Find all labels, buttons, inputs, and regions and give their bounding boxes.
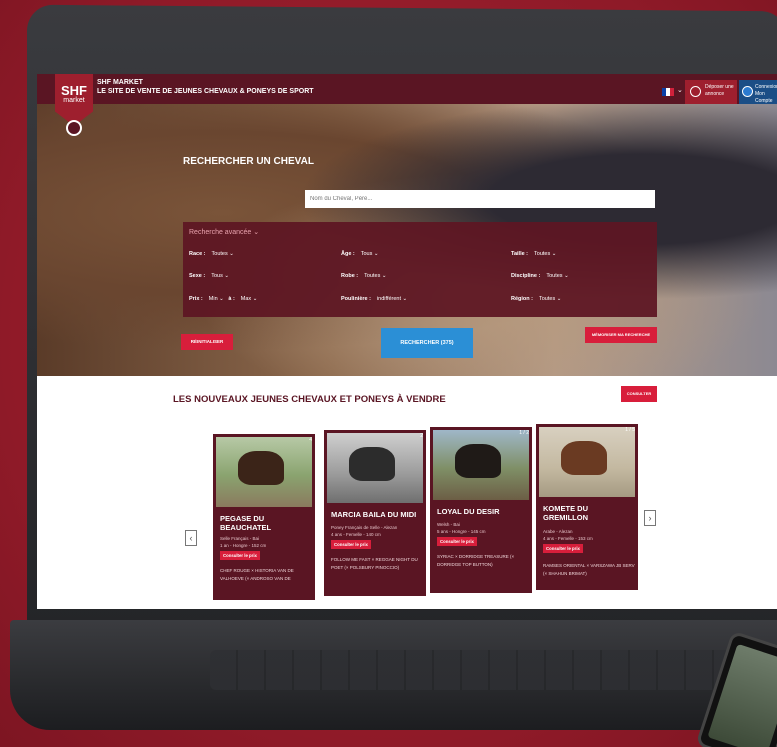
logo-text-top: SHF — [61, 83, 87, 98]
deposit-label: Déposer une annonce — [705, 84, 734, 97]
horse-photo — [433, 430, 529, 500]
site-name: SHF MARKET — [97, 79, 143, 86]
filter-label: Robe : — [341, 273, 359, 279]
price-button[interactable]: Consulter le prix — [437, 537, 477, 546]
horse-name: MARCIA BAILA DU MIDI — [331, 510, 417, 519]
filter-coat[interactable]: Robe : Toutes ⌄ — [341, 273, 386, 279]
website-screen: SHF MARKET LE SITE DE VENTE DE JEUNES CH… — [37, 74, 777, 609]
horse-breed: Selle Français - Bai — [220, 536, 260, 541]
price-button[interactable]: Consulter le prix — [220, 551, 260, 560]
horse-name: PEGASE DU BEAUCHATEL — [220, 514, 272, 532]
site-tagline: LE SITE DE VENTE DE JEUNES CHEVAUX & PON… — [97, 88, 314, 95]
filter-region[interactable]: Région : Toutes ⌄ — [511, 296, 561, 302]
filter-sex[interactable]: Sexe : Tous ⌄ — [189, 273, 229, 279]
filter-broodmare[interactable]: Poulinière : indifférent ⌄ — [341, 296, 407, 302]
chevron-down-icon[interactable]: ⌄ — [677, 86, 683, 94]
filter-value: Min ⌄ — [208, 296, 224, 302]
filter-height[interactable]: Taille : Toutes ⌄ — [511, 251, 556, 257]
horse-photo — [216, 437, 312, 507]
filter-label: Poulinière : — [341, 296, 371, 302]
horse-card[interactable]: 1 / 5 KOMETE DU GREMILLON Arabe - Alezan… — [536, 424, 638, 590]
next-arrow-icon[interactable]: › — [644, 510, 656, 526]
horse-card[interactable]: 2 MARCIA BAILA DU MIDI Poney Français de… — [324, 430, 426, 596]
horse-card[interactable]: 4 PEGASE DU BEAUCHATEL Selle Français - … — [213, 434, 315, 600]
save-search-button[interactable]: MÉMORISER MA RECHERCHE — [585, 327, 657, 343]
horse-info: 4 ans - Femelle - 153 cm — [543, 536, 593, 541]
filter-label: Prix : — [189, 296, 203, 302]
horse-pedigree: RAMSES ORIENTAL × VARSZAWA JB SERV (× SH… — [543, 563, 635, 576]
reset-button[interactable]: RÉINITIALISER — [181, 334, 233, 350]
filter-value: Toutes ⌄ — [364, 273, 387, 279]
filter-label: Sexe : — [189, 273, 206, 279]
consult-button[interactable]: CONSULTER — [621, 386, 657, 402]
horse-image — [349, 447, 395, 481]
filter-age[interactable]: Âge : Tous ⌄ — [341, 251, 379, 257]
filter-discipline[interactable]: Discipline : Toutes ⌄ — [511, 273, 569, 279]
horse-photo — [539, 427, 635, 497]
filter-price[interactable]: Prix : Min ⌄ à : Max ⌄ — [189, 296, 257, 302]
photo-count: 1 / 5 — [625, 427, 635, 433]
advanced-search-toggle[interactable]: Recherche avancée ⌄ — [189, 228, 259, 236]
filter-race[interactable]: Race : Toutes ⌄ — [189, 251, 234, 257]
horse-info: 4 ans - Femelle - 140 cm — [331, 532, 381, 537]
filter-value: Tous ⌄ — [211, 273, 229, 279]
horse-breed: Welsh - Bai — [437, 522, 460, 527]
topbar: SHF MARKET LE SITE DE VENTE DE JEUNES CH… — [37, 74, 777, 104]
filter-label: Race : — [189, 251, 206, 257]
photo-count: 4 — [309, 437, 312, 443]
horse-info: 5 ans - Hongre - 145 cm — [437, 529, 486, 534]
hero-search: RECHERCHER UN CHEVAL Recherche avancée ⌄… — [37, 104, 777, 376]
filter-value: Max ⌄ — [240, 296, 258, 302]
filter-value: indifférent ⌄ — [376, 296, 408, 302]
menu-icon[interactable] — [66, 120, 82, 136]
price-button[interactable]: Consulter le prix — [331, 540, 371, 549]
horse-name: LOYAL DU DESIR — [437, 507, 500, 516]
list-icon — [690, 86, 701, 97]
horse-breed: Poney Français de Selle - Alezan — [331, 525, 398, 530]
horse-pedigree: CHEF ROUGE × HISTORIA VAN DE VALHOEVE (×… — [220, 568, 294, 581]
filter-value: Toutes ⌄ — [539, 296, 562, 302]
horse-breed: Arabe - Alezan — [543, 529, 573, 534]
filter-value: Tous ⌄ — [360, 251, 379, 257]
filter-value: Toutes ⌄ — [546, 273, 569, 279]
horse-image — [238, 451, 284, 485]
deposit-listing-button[interactable]: Déposer une annonce — [685, 80, 737, 104]
site-title: SHF MARKET LE SITE DE VENTE DE JEUNES CH… — [97, 78, 314, 96]
search-button[interactable]: RECHERCHER (375) — [381, 328, 473, 358]
laptop-keyboard — [210, 650, 730, 690]
login-label: Connexion Mon Compte — [755, 84, 777, 104]
listing-title: LES NOUVEAUX JEUNES CHEVAUX ET PONEYS À … — [173, 394, 446, 405]
horse-pedigree: SYRIAC × DORRIDGE TREASURE (× DORRIDGE T… — [437, 554, 515, 567]
login-button[interactable]: Connexion Mon Compte — [739, 80, 777, 104]
language-flag-icon[interactable] — [662, 88, 674, 96]
filter-value: Toutes ⌄ — [534, 251, 557, 257]
filter-label: à : — [228, 296, 235, 302]
user-icon — [742, 86, 753, 97]
filter-label: Âge : — [341, 251, 355, 257]
horse-info: 1 an - Hongre - 152 cm — [220, 543, 267, 548]
search-input[interactable] — [305, 190, 655, 208]
price-button[interactable]: Consulter le prix — [543, 544, 583, 553]
filter-value: Toutes ⌄ — [211, 251, 234, 257]
photo-count: 2 — [420, 433, 423, 439]
filter-label: Taille : — [511, 251, 529, 257]
horse-image — [455, 444, 501, 478]
horse-image — [561, 441, 607, 475]
photo-count: 1 / 2 — [519, 430, 529, 436]
prev-arrow-icon[interactable]: ‹ — [185, 530, 197, 546]
filter-label: Région : — [511, 296, 533, 302]
horse-card[interactable]: 1 / 2 LOYAL DU DESIR Welsh - Bai 5 ans -… — [430, 427, 532, 593]
logo-text-bottom: market — [63, 97, 85, 104]
horse-photo — [327, 433, 423, 503]
horse-pedigree: FOLLOW ME FAST × REGGAE NIGHT DU POET (×… — [331, 557, 418, 570]
advanced-filters: Recherche avancée ⌄ Race : Toutes ⌄ Sexe … — [183, 222, 657, 317]
search-title: RECHERCHER UN CHEVAL — [183, 156, 314, 167]
horse-name: KOMETE DU GREMILLON — [543, 504, 588, 522]
filter-label: Discipline : — [511, 273, 541, 279]
